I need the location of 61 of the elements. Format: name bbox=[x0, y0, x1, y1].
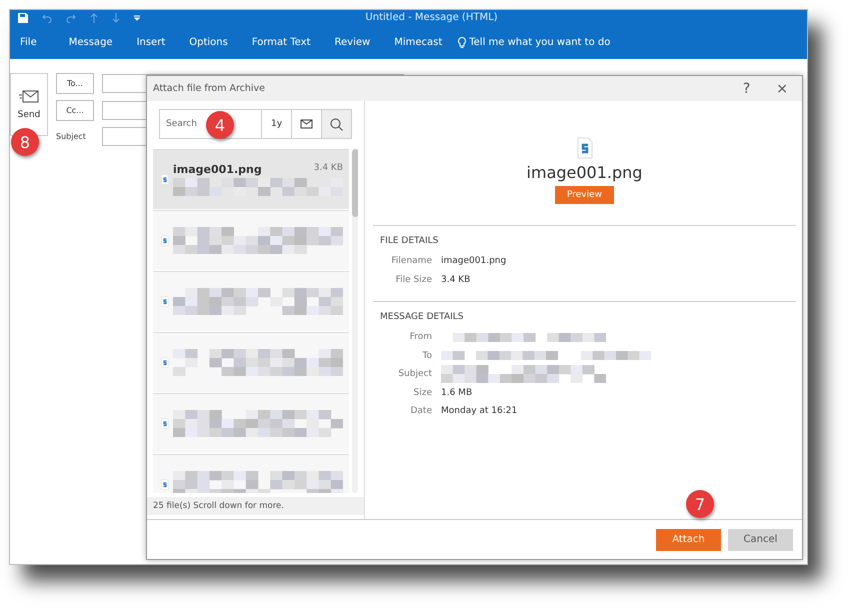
up-arrow-icon[interactable] bbox=[90, 12, 98, 22]
detail-label: To bbox=[422, 350, 432, 361]
section-heading: MESSAGE DETAILS bbox=[380, 312, 465, 322]
envelope-icon bbox=[19, 90, 39, 104]
ribbon-tab[interactable]: Review bbox=[326, 36, 378, 48]
detail-label: Size bbox=[412, 388, 432, 398]
ribbon-tab[interactable]: Insert bbox=[128, 36, 174, 48]
detail-label: File Size bbox=[394, 274, 432, 285]
down-arrow-icon[interactable] bbox=[112, 12, 120, 22]
envelope-icon bbox=[300, 118, 313, 130]
ribbon-tab[interactable]: Mimecast bbox=[386, 36, 450, 48]
detail-label: Date bbox=[409, 406, 432, 416]
status-text: 25 file(s) Scroll down for more. bbox=[147, 497, 364, 515]
section-heading: FILE DETAILS bbox=[380, 236, 440, 246]
file-icon bbox=[161, 479, 169, 490]
detail-label: Subject bbox=[397, 369, 432, 380]
dialog-title: Attach file from Archive bbox=[153, 83, 266, 94]
cancel-button[interactable]: Cancel bbox=[728, 528, 793, 550]
attach-button[interactable]: Attach bbox=[656, 528, 721, 550]
file-icon bbox=[161, 418, 169, 429]
search-icon bbox=[330, 118, 343, 130]
file-size: 3.4 KB bbox=[314, 163, 343, 175]
file-icon bbox=[161, 357, 169, 368]
close-button[interactable]: × bbox=[768, 80, 796, 96]
to-button[interactable]: To... bbox=[56, 73, 94, 94]
help-button[interactable]: ? bbox=[734, 80, 758, 96]
cc-button[interactable]: Cc... bbox=[56, 100, 94, 121]
detail-value: Monday at 16:21 bbox=[441, 406, 518, 416]
save-icon[interactable] bbox=[18, 12, 28, 22]
file-list-item[interactable] bbox=[153, 271, 349, 331]
file-list-item[interactable] bbox=[153, 393, 349, 453]
file-icon bbox=[576, 136, 592, 158]
customize-toolbar-icon[interactable] bbox=[134, 14, 140, 20]
detail-label: Filename bbox=[390, 256, 432, 266]
file-name: image001.png bbox=[173, 163, 262, 176]
detail-value: 1.6 MB bbox=[441, 388, 474, 398]
ribbon-tab[interactable]: Format Text bbox=[244, 36, 318, 48]
file-list-item[interactable] bbox=[153, 210, 349, 270]
file-icon bbox=[161, 174, 169, 185]
ribbon-tab[interactable]: Message bbox=[60, 36, 121, 48]
ribbon-tab[interactable]: Options bbox=[181, 36, 236, 48]
subject-label: Subject bbox=[56, 132, 87, 141]
send-button[interactable]: Send bbox=[10, 73, 48, 136]
detail-label: From bbox=[408, 332, 432, 342]
file-icon bbox=[161, 296, 169, 307]
redo-icon[interactable] bbox=[66, 12, 76, 22]
preview-button[interactable]: Preview bbox=[554, 186, 614, 204]
lightbulb-icon bbox=[458, 36, 466, 48]
search-button[interactable] bbox=[321, 110, 351, 138]
preview-filename: image001.png bbox=[526, 162, 642, 182]
undo-icon[interactable] bbox=[42, 12, 52, 22]
file-icon bbox=[161, 235, 169, 246]
window-title: Untitled - Message (HTML) bbox=[364, 12, 499, 23]
file-list-item[interactable] bbox=[153, 332, 349, 392]
scrollbar[interactable] bbox=[352, 149, 358, 493]
tell-me-field[interactable]: Tell me what you want to do bbox=[458, 36, 610, 48]
ribbon-tab[interactable]: File bbox=[20, 36, 45, 48]
detail-value: image001.png bbox=[441, 256, 508, 266]
file-list-item[interactable]: image001.png 3.4 KB bbox=[153, 149, 349, 209]
detail-value: 3.4 KB bbox=[441, 274, 472, 285]
step-number-badge: 8 bbox=[11, 128, 39, 156]
